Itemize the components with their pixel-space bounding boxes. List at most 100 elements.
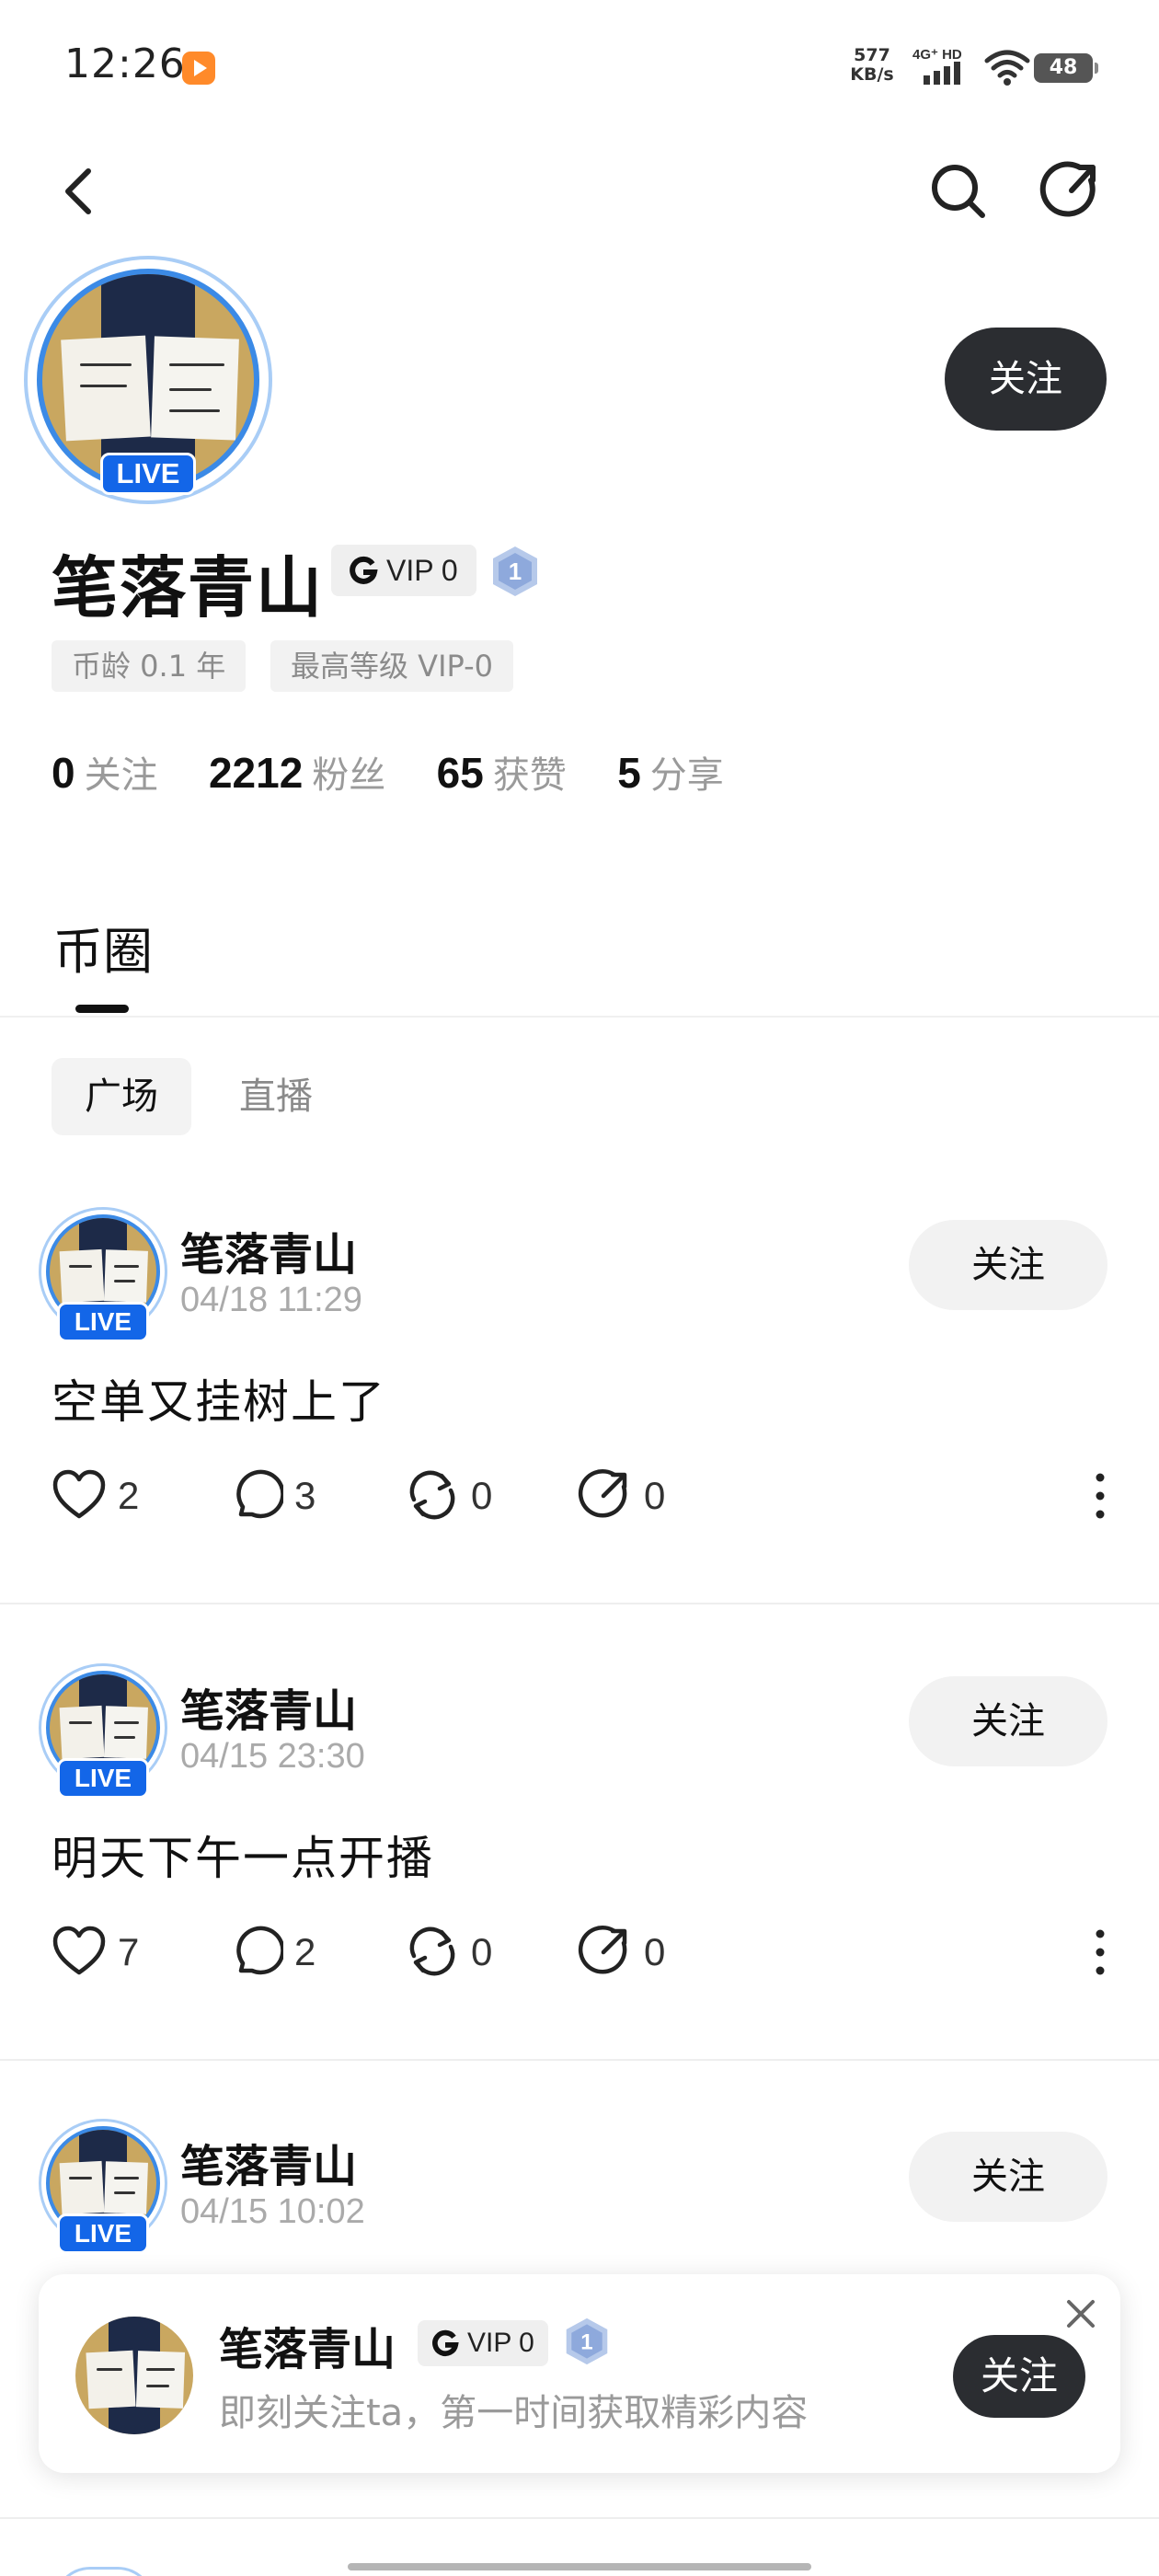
follow-button[interactable]: 关注 [945,328,1107,431]
svg-text:4G⁺ HD: 4G⁺ HD [912,47,962,63]
stat-value: 0 [52,749,75,797]
popup-avatar[interactable] [75,2317,193,2434]
popup-close-button[interactable] [1060,2293,1102,2335]
vip-label: VIP 0 [386,554,458,587]
repost-count: 0 [471,1930,493,1973]
tab-crypto-circle[interactable]: 币圈 [53,911,153,983]
live-badge: LIVE [100,453,196,495]
more-options-button[interactable] [1082,1921,1119,1982]
vip-logo-icon [432,2329,459,2357]
share-button[interactable] [1039,158,1104,223]
follow-prompt-card: 笔落青山 VIP 0 1 即刻关注ta，第一时间获取精彩内容 关注 [39,2274,1120,2473]
divider [0,2517,1159,2519]
stat-value: 2212 [208,749,304,797]
post-time: 04/15 10:02 [180,2192,365,2231]
close-icon [1067,2300,1095,2328]
live-badge: LIVE [57,1302,149,1342]
profile-avatar[interactable]: LIVE [24,256,272,504]
status-time: 12:26 [64,40,186,87]
share-icon [578,1469,627,1518]
stat-value: 65 [436,749,484,797]
repost-count: 0 [471,1474,493,1517]
vip-badge[interactable]: VIP 0 [331,545,476,596]
popup-subtitle: 即刻关注ta，第一时间获取精彩内容 [219,2392,809,2434]
comment-icon [236,1926,283,1975]
status-bar: 12:26 577 KB/s 4G⁺ HD 48 [0,0,1159,129]
post-author[interactable]: 笔落青山 [180,1674,357,1739]
post-actions: 2 3 0 0 [52,1465,1119,1525]
divider [0,1016,1159,1018]
stat-label: 获赞 [492,754,567,797]
post-follow-button[interactable]: 关注 [909,1676,1107,1766]
subtab-square[interactable]: 广场 [52,1058,191,1135]
subtab-live[interactable]: 直播 [206,1058,346,1135]
post-avatar[interactable]: LIVE [39,1207,167,1342]
share-count: 0 [644,1474,666,1517]
wifi-icon [984,50,1030,86]
more-options-button[interactable] [1082,1465,1119,1525]
stat-following[interactable]: 0 关注 [52,745,158,799]
live-badge: LIVE [57,2214,149,2254]
share-icon [1039,161,1096,217]
level-badge-icon: 1 [566,2317,608,2365]
share-count: 0 [644,1930,666,1973]
post-text[interactable]: 空单又挂树上了 [52,1365,386,1432]
live-badge: LIVE [57,1758,149,1799]
stat-followers[interactable]: 2212 粉丝 [209,745,385,799]
next-post-avatar [53,2567,155,2576]
network-speed: 577 KB/s [844,46,900,85]
share-icon [578,1926,627,1974]
vip-badge: VIP 0 [418,2320,548,2366]
popup-name: 笔落青山 [219,2324,396,2375]
cellular-signal-icon: 4G⁺ HD [912,47,962,85]
stat-value: 5 [617,749,641,797]
profile-name: 笔落青山 [52,549,325,627]
profile-stats: 0 关注 2212 粉丝 65 获赞 5 分享 [52,745,763,799]
more-vertical-icon [1096,1929,1105,1975]
stat-label: 关注 [84,754,158,797]
chevron-left-icon [65,168,91,214]
more-vertical-icon [1096,1473,1105,1519]
divider [0,2059,1159,2061]
comment-icon [236,1469,283,1519]
home-indicator[interactable] [348,2563,811,2570]
max-level-tag: 最高等级 VIP-0 [270,640,514,692]
post-follow-button[interactable]: 关注 [909,2132,1107,2222]
post-time: 04/18 11:29 [180,1281,362,1319]
video-app-icon [182,52,215,85]
battery-icon: 48 [1034,53,1098,83]
vip-label: VIP 0 [467,2328,534,2358]
post-author[interactable]: 笔落青山 [180,1218,357,1282]
network-speed-value: 577 [854,45,890,65]
popup-follow-button[interactable]: 关注 [953,2335,1085,2418]
tab-indicator [75,1005,129,1013]
post-follow-button[interactable]: 关注 [909,1220,1107,1310]
stat-likes[interactable]: 65 获赞 [437,745,567,799]
post-time: 04/15 23:30 [180,1737,365,1776]
heart-icon [52,1926,106,1975]
post-item: LIVE 笔落青山 04/15 10:02 关注 [0,2119,1159,2275]
network-speed-unit: KB/s [850,64,894,85]
divider [0,1603,1159,1604]
like-count: 2 [118,1474,140,1517]
vip-logo-icon [350,556,378,584]
level-badge-icon: 1 [493,546,537,596]
post-item: LIVE 笔落青山 04/15 23:30 关注 明天下午一点开播 7 2 0 … [0,1663,1159,2120]
level-number: 1 [509,558,522,585]
search-icon [932,165,985,218]
repost-icon [409,1470,455,1520]
post-text[interactable]: 明天下午一点开播 [52,1822,434,1888]
repost-icon [409,1926,455,1976]
post-avatar[interactable]: LIVE [39,2119,167,2254]
back-button[interactable] [55,158,101,223]
like-count: 7 [118,1930,140,1973]
post-avatar[interactable]: LIVE [39,1663,167,1799]
search-button[interactable] [925,158,990,223]
stat-label: 分享 [649,754,724,797]
stat-shares[interactable]: 5 分享 [617,745,724,799]
post-author[interactable]: 笔落青山 [180,2130,357,2194]
heart-icon [52,1469,106,1519]
level-number: 1 [580,2329,592,2354]
stat-label: 粉丝 [312,754,386,797]
comment-count: 3 [294,1474,316,1517]
